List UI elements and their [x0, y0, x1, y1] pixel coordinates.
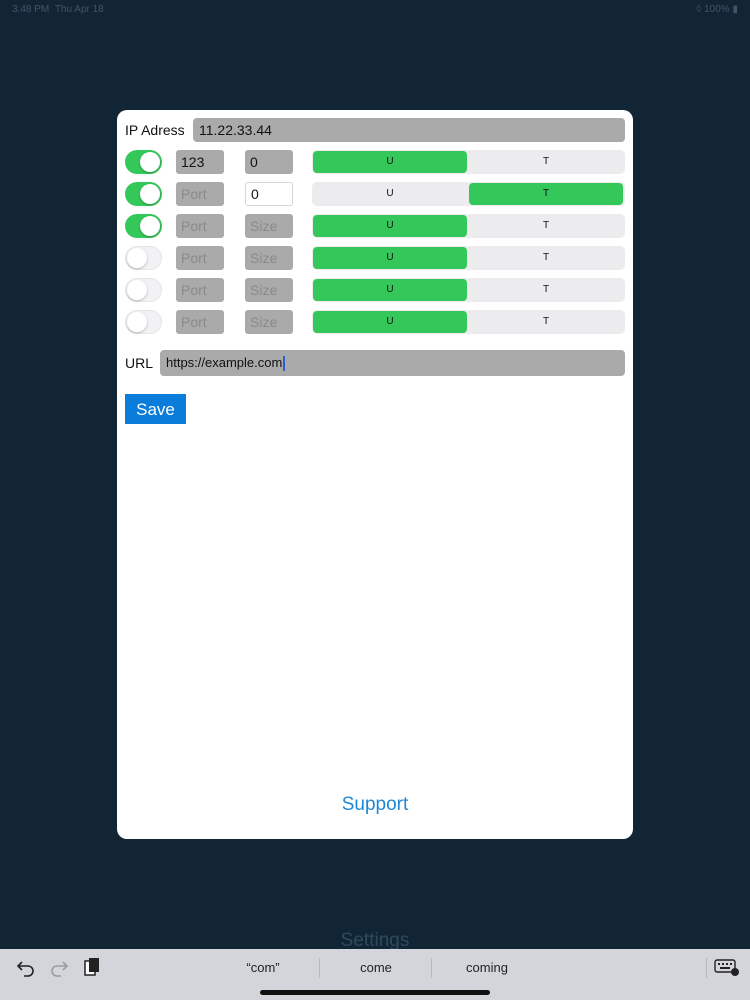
rule-enable-toggle[interactable] [125, 278, 162, 302]
support-link[interactable]: Support [117, 794, 633, 816]
segment-u[interactable]: U [313, 151, 467, 173]
protocol-segmented-control: UT [312, 310, 625, 334]
size-input[interactable]: Size [245, 214, 293, 238]
rule-row: Port Size U T [125, 246, 625, 270]
rule-row: Port Size U T [125, 278, 625, 302]
clipboard-icon[interactable] [81, 957, 103, 977]
status-bar: 3:48 PM Thu Apr 18 ◊ 100% ▮ [0, 0, 750, 18]
url-input[interactable]: https://example.com [160, 350, 625, 376]
segment-t[interactable]: T [469, 279, 623, 301]
segment-t[interactable]: T [469, 183, 623, 205]
rule-enable-toggle[interactable] [125, 182, 162, 206]
undo-icon[interactable] [15, 957, 37, 977]
size-input[interactable]: 0 [245, 150, 293, 174]
port-input[interactable]: 123 [176, 150, 224, 174]
suggestion-2[interactable]: come [321, 960, 431, 975]
segment-t[interactable]: T [469, 215, 623, 237]
rule-enable-toggle[interactable] [125, 214, 162, 238]
segment-t[interactable]: T [469, 247, 623, 269]
segment-u[interactable]: U [313, 279, 467, 301]
status-time: 3:48 PM Thu Apr 18 [12, 4, 104, 15]
toggle-knob [140, 184, 160, 204]
segment-u[interactable]: U [313, 215, 467, 237]
text-cursor [283, 356, 286, 372]
size-input[interactable]: Size [245, 246, 293, 270]
size-input[interactable]: Size [245, 310, 293, 334]
ip-address-input[interactable]: 11.22.33.44 [193, 118, 625, 142]
port-input[interactable]: Port [176, 182, 224, 206]
keyboard-dismiss-icon[interactable] [714, 957, 740, 977]
toolbar-divider [706, 958, 707, 978]
protocol-segmented-control: UT [312, 214, 625, 238]
url-row: URL https://example.com [125, 350, 625, 376]
toggle-knob [140, 152, 160, 172]
rule-enable-toggle[interactable] [125, 310, 162, 334]
rule-row: 123 0 U T [125, 150, 625, 174]
protocol-segmented-control: UT [312, 278, 625, 302]
toggle-knob [127, 280, 147, 300]
protocol-segmented-control: UT [312, 150, 625, 174]
segment-u[interactable]: U [313, 183, 467, 205]
settings-modal: IP Adress 11.22.33.44 123 0 U T Port 0 U T Port S… [117, 110, 633, 839]
redo-icon[interactable] [48, 957, 70, 977]
suggestion-divider [319, 958, 320, 978]
save-button[interactable]: Save [125, 394, 186, 424]
url-value: https://example.com [166, 355, 283, 370]
ip-address-label: IP Adress [125, 122, 185, 138]
status-battery: ◊ 100% ▮ [696, 4, 738, 15]
size-input[interactable]: Size [245, 278, 293, 302]
toggle-knob [140, 216, 160, 236]
port-input[interactable]: Port [176, 214, 224, 238]
home-indicator [260, 990, 490, 995]
segment-t[interactable]: T [469, 311, 623, 333]
rule-enable-toggle[interactable] [125, 150, 162, 174]
segment-u[interactable]: U [313, 311, 467, 333]
size-input[interactable]: 0 [245, 182, 293, 206]
port-input[interactable]: Port [176, 310, 224, 334]
rule-row: Port Size U T [125, 310, 625, 334]
wifi-icon: ◊ [696, 4, 702, 15]
rule-row: Port Size U T [125, 214, 625, 238]
toggle-knob [127, 248, 147, 268]
port-input[interactable]: Port [176, 278, 224, 302]
protocol-segmented-control: UT [312, 246, 625, 270]
segment-u[interactable]: U [313, 247, 467, 269]
protocol-segmented-control: UT [312, 182, 625, 206]
rule-enable-toggle[interactable] [125, 246, 162, 270]
segment-t[interactable]: T [469, 151, 623, 173]
ip-address-row: IP Adress 11.22.33.44 [125, 118, 625, 142]
battery-icon: ▮ [732, 4, 738, 15]
rule-row: Port 0 U T [125, 182, 625, 206]
port-input[interactable]: Port [176, 246, 224, 270]
suggestion-1[interactable]: “com” [208, 960, 318, 975]
suggestion-3[interactable]: coming [432, 960, 542, 975]
toggle-knob [127, 312, 147, 332]
url-label: URL [125, 355, 154, 371]
